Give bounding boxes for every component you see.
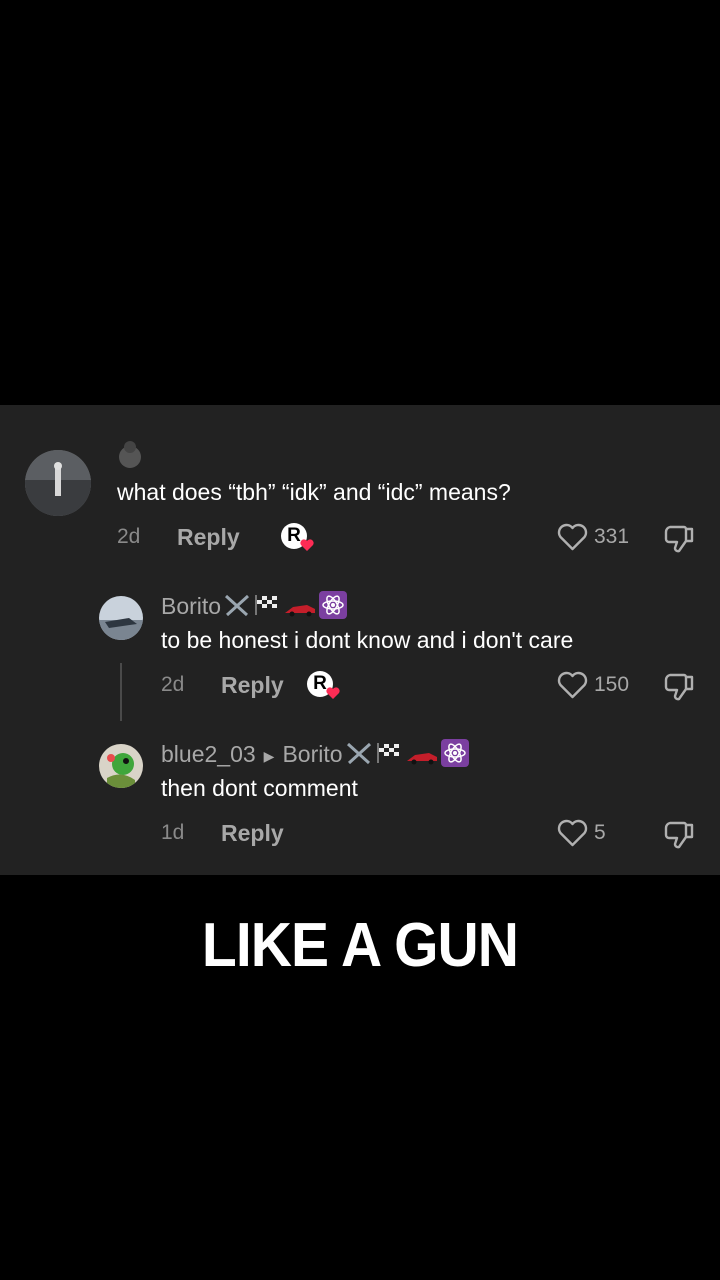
dislike-button[interactable]: [664, 671, 696, 708]
reply-button[interactable]: Reply: [177, 524, 240, 551]
comment-age: 2d: [117, 525, 141, 548]
creator-badge-letter: R: [287, 525, 301, 546]
reply-to-username[interactable]: Borito: [282, 741, 342, 767]
thumbs-down-icon: [664, 673, 694, 701]
dislike-button[interactable]: [664, 523, 696, 560]
like-count: 150: [594, 673, 630, 696]
like-count: 5: [594, 821, 606, 844]
crossed-swords-icon: [223, 593, 251, 623]
thumbs-down-icon: [664, 821, 694, 849]
like-button[interactable]: 5: [557, 819, 606, 847]
heart-outline-icon: [557, 523, 588, 551]
username-emoji[interactable]: [117, 440, 143, 474]
video-caption: LIKE A GUN: [201, 911, 519, 980]
dislike-button[interactable]: [664, 819, 696, 856]
heart-icon: [300, 539, 314, 551]
heart-icon: [326, 687, 340, 699]
creator-liked-badge: R: [307, 671, 340, 699]
thumbs-down-icon: [664, 525, 694, 553]
like-button[interactable]: 331: [557, 523, 629, 551]
comment-age: 2d: [161, 673, 185, 696]
like-count: 331: [594, 525, 630, 548]
racecar-icon: [283, 593, 317, 623]
reply-button[interactable]: Reply: [221, 672, 284, 699]
heart-outline-icon: [557, 819, 588, 847]
avatar[interactable]: [25, 450, 91, 516]
comment-age: 1d: [161, 821, 185, 844]
avatar[interactable]: [99, 744, 143, 788]
thread-line: [120, 663, 122, 721]
creator-badge-letter: R: [313, 673, 327, 694]
comment-text: then dont comment: [161, 775, 358, 801]
creator-liked-badge: R: [281, 523, 314, 551]
avatar[interactable]: [99, 596, 143, 640]
heart-outline-icon: [557, 671, 588, 699]
crossed-swords-icon: [345, 741, 373, 771]
username[interactable]: blue2_03 ▶ Borito: [161, 739, 469, 773]
gorilla-icon: [119, 441, 141, 468]
username[interactable]: Borito: [161, 591, 348, 625]
racecar-icon: [405, 741, 439, 771]
comment-text: what does “tbh” “idk” and “idc” means?: [117, 479, 511, 505]
like-button[interactable]: 150: [557, 671, 629, 699]
reply-to-arrow-icon: ▶: [263, 747, 275, 764]
checkered-flag-icon: [375, 741, 403, 771]
checkered-flag-icon: [253, 593, 281, 623]
comments-panel: what does “tbh” “idk” and “idc” means? 2…: [0, 405, 720, 875]
atom-icon: [319, 591, 348, 625]
comment-text: to be honest i dont know and i don't car…: [161, 627, 574, 653]
atom-icon: [440, 739, 469, 773]
reply-button[interactable]: Reply: [221, 820, 284, 847]
